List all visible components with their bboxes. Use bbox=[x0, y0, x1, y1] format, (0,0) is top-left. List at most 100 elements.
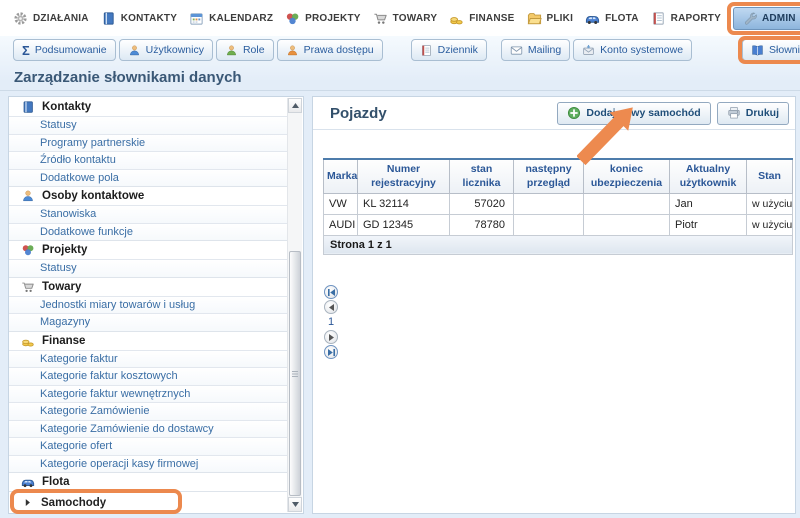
sidebar-section-title: Finanse bbox=[42, 335, 85, 347]
sidebar-item-dodatkowe-pola[interactable]: Dodatkowe pola bbox=[9, 169, 287, 187]
sidebar-item-label: Kategorie faktur wewnętrznych bbox=[40, 388, 190, 400]
sidebar-section-kontakty: Kontakty bbox=[9, 97, 287, 116]
tab-bar: ΣPodsumowanie Użytkownicy Role Prawa dostęp… bbox=[0, 39, 800, 65]
user-orange-icon bbox=[286, 44, 299, 57]
sidebar-item-zrodlo-kontaktu[interactable]: Źródło kontaktu bbox=[9, 151, 287, 169]
sidebar-section-osoby-kontaktowe: Osoby kontaktowe bbox=[9, 186, 287, 205]
content-header: Pojazdy Dodaj nowy samochód Drukuj bbox=[313, 97, 795, 130]
content-panel: Pojazdy Dodaj nowy samochód Drukuj Marka… bbox=[312, 96, 796, 514]
sidebar-item-label: Dodatkowe pola bbox=[40, 172, 119, 184]
next-page-button[interactable] bbox=[324, 330, 338, 344]
nav-item-label: TOWARY bbox=[393, 13, 438, 24]
prev-page-button[interactable] bbox=[324, 300, 338, 314]
calendar-icon bbox=[189, 11, 204, 26]
nav-item-kontakty[interactable]: KONTAKTY bbox=[101, 11, 177, 26]
sidebar-section-projekty: Projekty bbox=[9, 240, 287, 259]
add-vehicle-label: Dodaj nowy samochód bbox=[586, 107, 700, 119]
sidebar-list: Kontakty Statusy Programy partnerskie Źródł… bbox=[9, 97, 287, 513]
sidebar-item-kategorie-ofert[interactable]: Kategorie ofert bbox=[9, 437, 287, 455]
sidebar-item-jednostki-miary-towarow-i-uslug[interactable]: Jednostki miary towarów i usług bbox=[9, 296, 287, 314]
nav-item-label: FLOTA bbox=[605, 13, 639, 24]
title-row: Zarządzanie słownikami danych bbox=[0, 64, 800, 91]
tab-uzytkownicy[interactable]: Użytkownicy bbox=[119, 39, 213, 61]
scroll-up-button[interactable] bbox=[288, 98, 302, 113]
nav-item-pliki[interactable]: PLIKI bbox=[527, 11, 574, 26]
sidebar-item-stanowiska[interactable]: Stanowiska bbox=[9, 205, 287, 223]
sidebar-item-statusy[interactable]: Statusy bbox=[9, 116, 287, 134]
tab-role[interactable]: Role bbox=[216, 39, 274, 61]
skip-first-icon bbox=[327, 288, 336, 297]
sidebar-item-label: Stanowiska bbox=[40, 208, 96, 220]
sidebar-item-label: Samochody bbox=[41, 497, 106, 509]
scrollbar-thumb[interactable] bbox=[289, 251, 301, 496]
sidebar-item-label: Kategorie faktur bbox=[40, 353, 118, 365]
tab-dziennik[interactable]: Dziennik bbox=[411, 39, 487, 61]
nav-item-label: PROJEKTY bbox=[305, 13, 361, 24]
dictionary-icon bbox=[751, 44, 764, 57]
sidebar-item-label: Kategorie Zamówienie do dostawcy bbox=[40, 423, 214, 435]
cell-nastepny-przeglad bbox=[514, 214, 584, 235]
tab-label: Słowniki danych bbox=[769, 44, 800, 56]
last-page-button[interactable] bbox=[324, 345, 338, 359]
tab-podsumowanie[interactable]: ΣPodsumowanie bbox=[13, 39, 116, 61]
content-title: Pojazdy bbox=[313, 105, 557, 122]
scroll-down-button[interactable] bbox=[288, 497, 302, 512]
tab-mailing[interactable]: Mailing bbox=[501, 39, 570, 61]
nav-item-label: ADMIN bbox=[762, 13, 796, 24]
coins-icon bbox=[449, 11, 464, 26]
print-label: Drukuj bbox=[746, 107, 779, 119]
sidebar-item-statusy[interactable]: Statusy bbox=[9, 259, 287, 277]
sidebar-item-kategorie-faktur-kosztowych[interactable]: Kategorie faktur kosztowych bbox=[9, 367, 287, 385]
nav-item-projekty[interactable]: PROJEKTY bbox=[285, 11, 361, 26]
chevron-right-icon bbox=[22, 497, 33, 508]
sidebar-item-programy-partnerskie[interactable]: Programy partnerskie bbox=[9, 134, 287, 152]
sidebar-item-label: Dodatkowe funkcje bbox=[40, 226, 133, 238]
sidebar-item-label: Programy partnerskie bbox=[40, 137, 145, 149]
nav-item-raporty[interactable]: RAPORTY bbox=[651, 11, 721, 26]
cell-aktualny-uzytkownik: Piotr bbox=[670, 214, 747, 235]
prev-icon bbox=[327, 303, 336, 312]
cell-numer-rejestracyjny: KL 32114 bbox=[358, 193, 450, 214]
first-page-button[interactable] bbox=[324, 285, 338, 299]
nav-item-towary[interactable]: TOWARY bbox=[373, 11, 438, 26]
print-button[interactable]: Drukuj bbox=[717, 102, 789, 125]
user-blue-icon bbox=[21, 189, 35, 203]
cart-icon bbox=[373, 11, 388, 26]
current-page[interactable]: 1 bbox=[324, 315, 334, 329]
add-vehicle-button[interactable]: Dodaj nowy samochód bbox=[557, 102, 710, 125]
column-header-koniec-ubezpieczenia: koniec ubezpieczenia bbox=[584, 159, 670, 193]
tab-group-3: Słowniki danychKonfiguracja bbox=[742, 39, 800, 65]
sidebar-item-kategorie-operacji-kasy-firmowej[interactable]: Kategorie operacji kasy firmowej bbox=[9, 455, 287, 473]
sidebar-item-dodatkowe-funkcje[interactable]: Dodatkowe funkcje bbox=[9, 223, 287, 241]
pagination: 1 bbox=[324, 285, 338, 359]
table-row: VWKL 3211457020Janw użyciu bbox=[324, 193, 793, 214]
tab-konto-systemowe[interactable]: Konto systemowe bbox=[573, 39, 692, 61]
tab-prawa-dostepu[interactable]: Prawa dostępu bbox=[277, 39, 383, 61]
app-window: DZIAŁANIA KONTAKTY KALENDARZ PROJEKTY TOWARY… bbox=[0, 0, 800, 518]
nav-item-label: KONTAKTY bbox=[121, 13, 177, 24]
sidebar-item-kategorie-zamowienie-do-dostawcy[interactable]: Kategorie Zamówienie do dostawcy bbox=[9, 420, 287, 438]
nav-item-flota[interactable]: FLOTA bbox=[585, 11, 639, 26]
sidebar-item-magazyny[interactable]: Magazyny bbox=[9, 313, 287, 331]
journal-icon bbox=[420, 44, 433, 57]
sidebar-item-label: Statusy bbox=[40, 119, 77, 131]
sidebar-scrollbar[interactable] bbox=[287, 98, 302, 512]
table-row: AUDIGD 1234578780Piotrw użyciu bbox=[324, 214, 793, 235]
sidebar-item-samochody[interactable]: Samochody bbox=[9, 491, 287, 513]
tab-label: Użytkownicy bbox=[146, 44, 204, 56]
cell-koniec-ubezpieczenia bbox=[584, 214, 670, 235]
nav-item-finanse[interactable]: FINANSE bbox=[449, 11, 514, 26]
nav-item-kalendarz[interactable]: KALENDARZ bbox=[189, 11, 273, 26]
sidebar-item-kategorie-faktur-wewnetrznych[interactable]: Kategorie faktur wewnętrznych bbox=[9, 385, 287, 403]
sidebar-item-kategorie-faktur[interactable]: Kategorie faktur bbox=[9, 350, 287, 368]
tab-label: Role bbox=[243, 44, 265, 56]
nav-item-label: FINANSE bbox=[469, 13, 514, 24]
folder-icon bbox=[527, 11, 542, 26]
tab-slowniki-danych[interactable]: Słowniki danych bbox=[742, 39, 800, 61]
cell-nastepny-przeglad bbox=[514, 193, 584, 214]
cell-aktualny-uzytkownik: Jan bbox=[670, 193, 747, 214]
sidebar-item-label: Magazyny bbox=[40, 316, 90, 328]
sidebar-item-kategorie-zamowienie[interactable]: Kategorie Zamówienie bbox=[9, 402, 287, 420]
nav-item-dzialania[interactable]: DZIAŁANIA bbox=[13, 11, 89, 26]
nav-item-admin[interactable]: ADMIN bbox=[733, 7, 800, 30]
